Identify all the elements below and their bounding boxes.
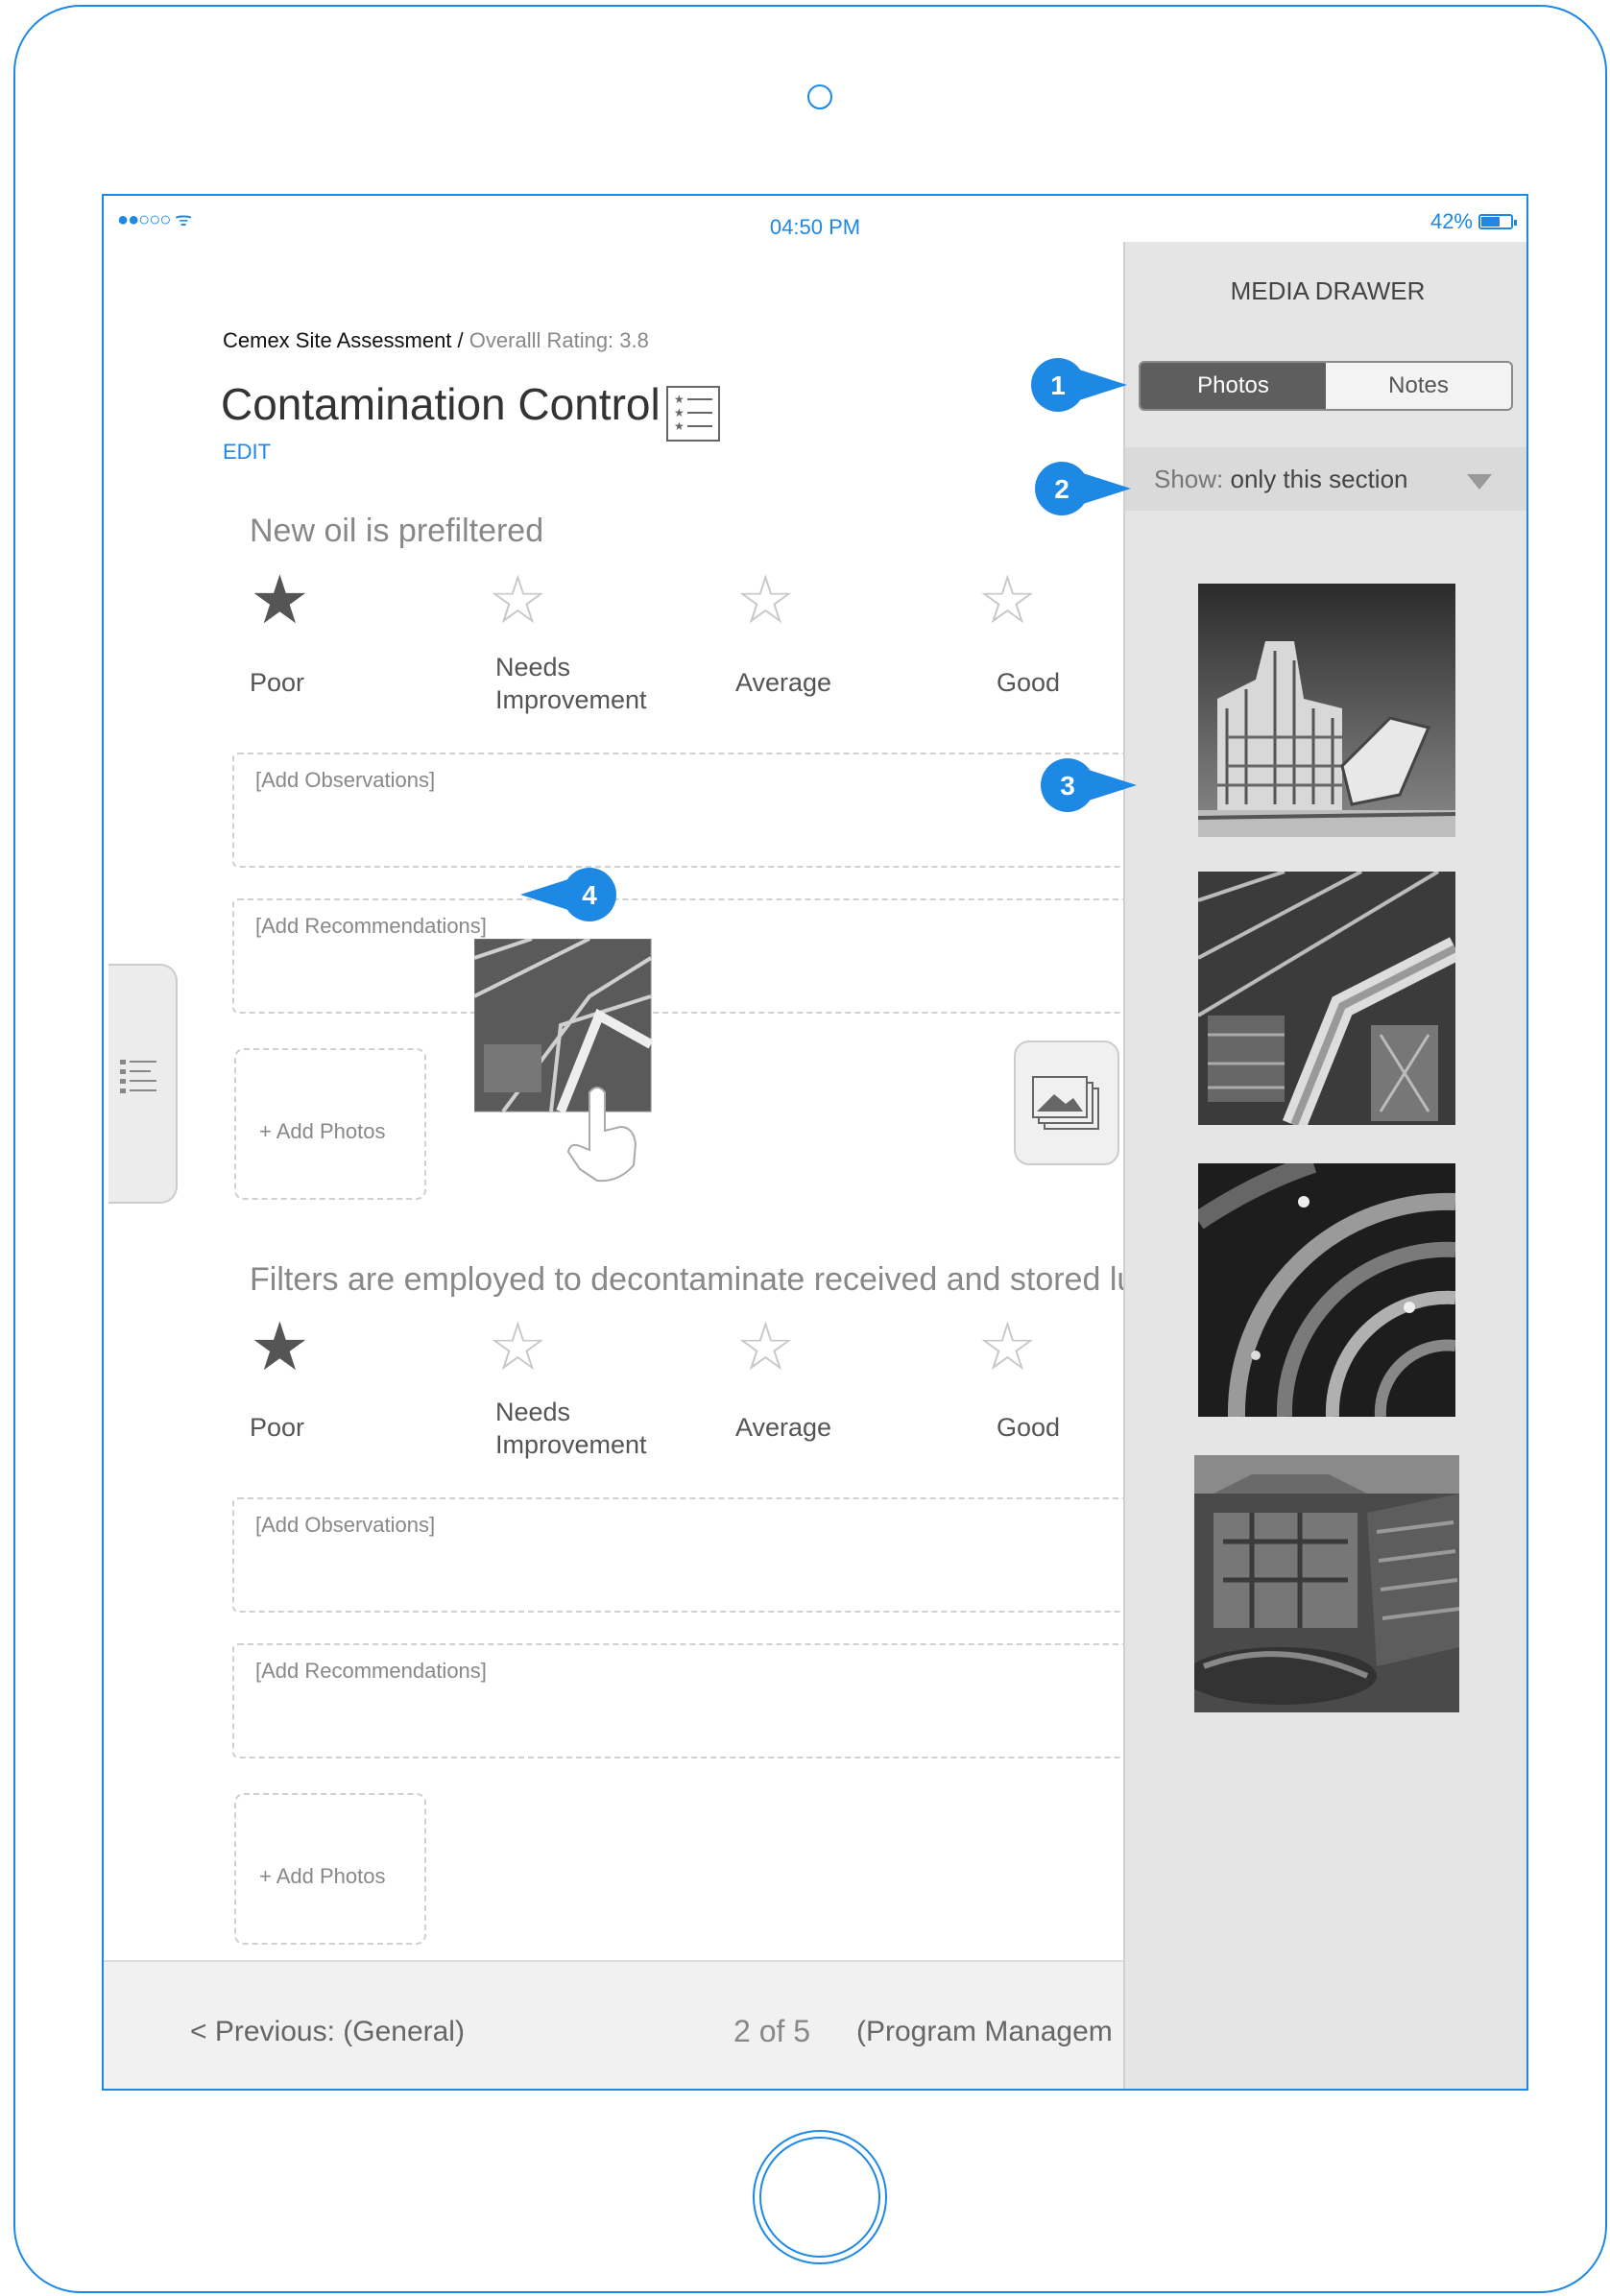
callout-number: 3 bbox=[1060, 771, 1075, 801]
observations-field[interactable]: [Add Observations] bbox=[232, 1497, 1135, 1613]
star-filled-icon[interactable]: ★ bbox=[250, 566, 310, 634]
dragged-photo[interactable] bbox=[474, 939, 653, 1184]
observations-field[interactable]: [Add Observations] bbox=[232, 753, 1135, 868]
rating-label-average[interactable]: Average bbox=[735, 666, 831, 699]
recommendations-field[interactable]: [Add Recommendations] bbox=[232, 898, 1135, 1014]
question-text: New oil is prefiltered bbox=[250, 513, 544, 549]
media-drawer-toggle[interactable] bbox=[1014, 1040, 1119, 1165]
overall-rating: Overalll Rating: 3.8 bbox=[469, 328, 649, 352]
breadcrumb: Cemex Site Assessment / Overalll Rating:… bbox=[223, 328, 649, 353]
recommendations-field[interactable]: [Add Recommendations] bbox=[232, 1643, 1135, 1758]
svg-text:★: ★ bbox=[674, 406, 685, 419]
photo-thumbnail[interactable] bbox=[1194, 1455, 1459, 1712]
status-time: 04:50 PM bbox=[769, 215, 861, 239]
battery-indicator: 42% bbox=[1430, 209, 1517, 234]
battery-percent: 42% bbox=[1430, 209, 1473, 233]
callout-badge-2: 2 bbox=[1035, 462, 1131, 515]
list-icon bbox=[120, 1060, 156, 1093]
star-empty-icon[interactable]: ☆ bbox=[735, 1313, 796, 1380]
callout-number: 1 bbox=[1050, 371, 1066, 400]
star-empty-icon[interactable]: ☆ bbox=[488, 1313, 548, 1380]
filter-label: Show: only this section bbox=[1154, 465, 1407, 494]
filter-value: only this section bbox=[1230, 465, 1408, 493]
star-empty-icon[interactable]: ☆ bbox=[977, 1313, 1038, 1380]
observations-placeholder: [Add Observations] bbox=[255, 768, 436, 792]
media-type-segmented-control: Photos Notes bbox=[1139, 361, 1513, 411]
rating-label-good[interactable]: Good bbox=[997, 666, 1060, 699]
page-title: Contamination Control bbox=[221, 379, 661, 429]
app-screen: ●●○○○ ᯤ 04:50 PM 42% Cemex Site Assessme… bbox=[102, 194, 1528, 2091]
callout-number: 2 bbox=[1054, 474, 1069, 504]
status-bar: ●●○○○ ᯤ 04:50 PM 42% bbox=[104, 196, 1526, 239]
add-photos-label: + Add Photos bbox=[259, 1864, 386, 1888]
add-photos-button[interactable]: + Add Photos bbox=[234, 1048, 426, 1200]
add-photos-label: + Add Photos bbox=[259, 1119, 386, 1143]
section-list-tab[interactable] bbox=[108, 964, 178, 1204]
star-empty-icon[interactable]: ☆ bbox=[735, 566, 796, 634]
drawer-title: MEDIA DRAWER bbox=[1230, 276, 1426, 305]
svg-text:★: ★ bbox=[674, 393, 685, 406]
home-button[interactable] bbox=[753, 2130, 887, 2264]
photo-thumbnail[interactable] bbox=[1198, 872, 1455, 1125]
svg-text:★: ★ bbox=[674, 419, 685, 433]
photo-thumbnail[interactable] bbox=[1198, 584, 1455, 837]
tab-photos[interactable]: Photos bbox=[1141, 363, 1326, 409]
rating-list-icon[interactable]: ★ ★ ★ bbox=[666, 386, 720, 442]
recommendations-placeholder: [Add Recommendations] bbox=[255, 1659, 487, 1683]
breadcrumb-parent[interactable]: Cemex Site Assessment / bbox=[223, 328, 464, 352]
rating-label-poor[interactable]: Poor bbox=[250, 1411, 304, 1444]
battery-icon bbox=[1478, 214, 1517, 229]
star-empty-icon[interactable]: ☆ bbox=[977, 566, 1038, 634]
observations-placeholder: [Add Observations] bbox=[255, 1513, 436, 1537]
star-empty-icon[interactable]: ☆ bbox=[488, 566, 548, 634]
camera-icon bbox=[807, 84, 832, 109]
photo-stack-icon bbox=[1032, 1076, 1099, 1130]
callout-badge-1: 1 bbox=[1031, 358, 1127, 412]
photo-thumbnail[interactable] bbox=[1198, 1163, 1455, 1417]
rating-label-needs-improvement[interactable]: Needs Improvement bbox=[495, 651, 668, 716]
callout-badge-3: 3 bbox=[1041, 758, 1137, 812]
tab-notes[interactable]: Notes bbox=[1326, 363, 1511, 409]
filter-prefix: Show: bbox=[1154, 465, 1224, 493]
previous-section-link[interactable]: < Previous: (General) bbox=[190, 2016, 465, 2048]
rating-label-average[interactable]: Average bbox=[735, 1411, 831, 1444]
edit-link[interactable]: EDIT bbox=[223, 440, 271, 465]
page-indicator: 2 of 5 bbox=[733, 2014, 811, 2048]
chevron-down-icon bbox=[1467, 474, 1492, 490]
question-text: Filters are employed to decontaminate re… bbox=[250, 1261, 1142, 1298]
filter-dropdown[interactable]: Show: only this section bbox=[1125, 447, 1526, 511]
callout-number: 4 bbox=[582, 880, 597, 910]
recommendations-placeholder: [Add Recommendations] bbox=[255, 914, 487, 938]
rating-label-good[interactable]: Good bbox=[997, 1411, 1060, 1444]
star-filled-icon[interactable]: ★ bbox=[250, 1313, 310, 1380]
media-drawer: MEDIA DRAWER Photos Notes Show: only thi… bbox=[1123, 242, 1526, 2089]
next-section-link[interactable]: (Program Managem bbox=[856, 2016, 1113, 2048]
rating-label-poor[interactable]: Poor bbox=[250, 666, 304, 699]
callout-badge-4: 4 bbox=[520, 868, 616, 921]
rating-label-needs-improvement[interactable]: Needs Improvement bbox=[495, 1396, 668, 1461]
add-photos-button[interactable]: + Add Photos bbox=[234, 1793, 426, 1945]
